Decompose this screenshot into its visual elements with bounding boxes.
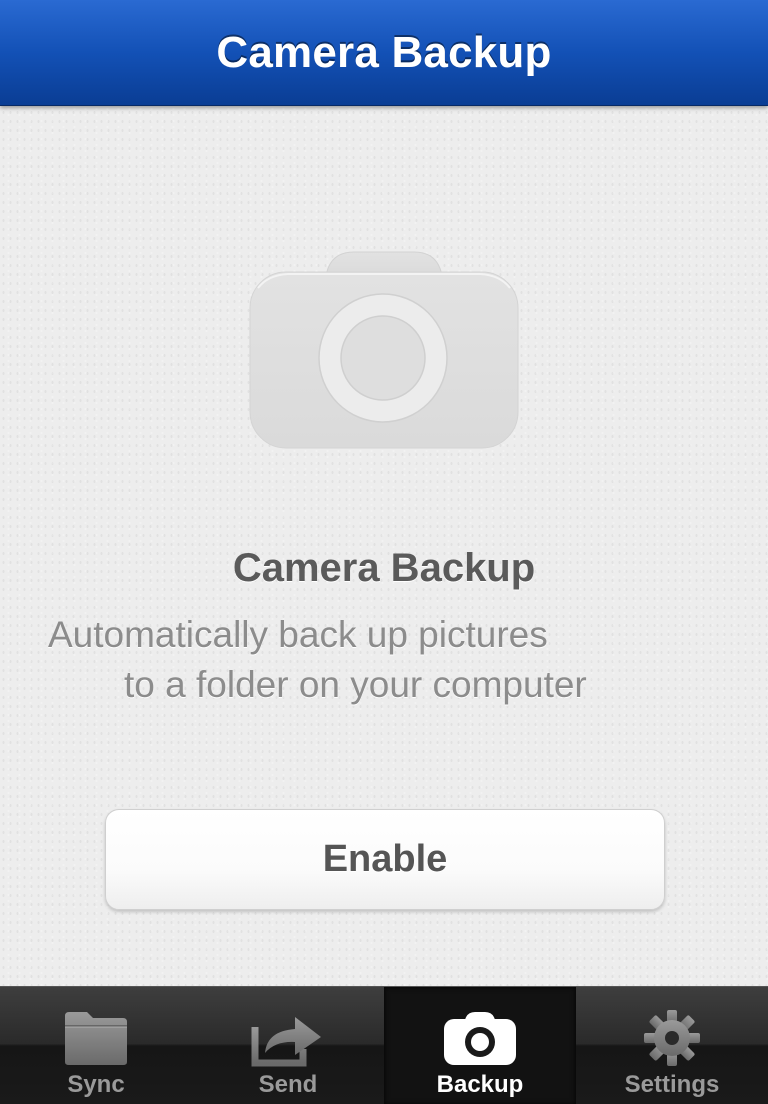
- navigation-bar: Camera Backup: [0, 0, 768, 106]
- tab-settings[interactable]: Settings: [576, 987, 768, 1104]
- tab-send-label: Send: [258, 1071, 318, 1098]
- tab-send[interactable]: Send: [192, 987, 384, 1104]
- description-line-1: Automatically back up pictures: [48, 614, 548, 655]
- enable-button-label: Enable: [322, 838, 448, 880]
- camera-illustration-icon: [248, 248, 520, 450]
- tab-backup-label: Backup: [436, 1071, 524, 1098]
- description-line-2: to a folder on your computer: [124, 664, 587, 705]
- page-title: Camera Backup: [216, 27, 552, 77]
- feature-title: Camera Backup: [232, 546, 536, 590]
- feature-description: Automatically back up pictures to a fold…: [0, 610, 768, 710]
- enable-button[interactable]: Enable: [105, 809, 665, 910]
- camera-icon: [435, 1007, 525, 1069]
- tab-bar: Sync Send Backup Settings: [0, 986, 768, 1104]
- folder-icon: [51, 1007, 141, 1069]
- tab-settings-label: Settings: [624, 1071, 720, 1098]
- tab-backup[interactable]: Backup: [384, 987, 576, 1104]
- tab-sync[interactable]: Sync: [0, 987, 192, 1104]
- camera-backup-screen: Camera Backup Camera Backup Automaticall…: [0, 0, 768, 1104]
- tab-sync-label: Sync: [67, 1071, 125, 1098]
- share-arrow-icon: [243, 1007, 333, 1069]
- gear-icon: [627, 1007, 717, 1069]
